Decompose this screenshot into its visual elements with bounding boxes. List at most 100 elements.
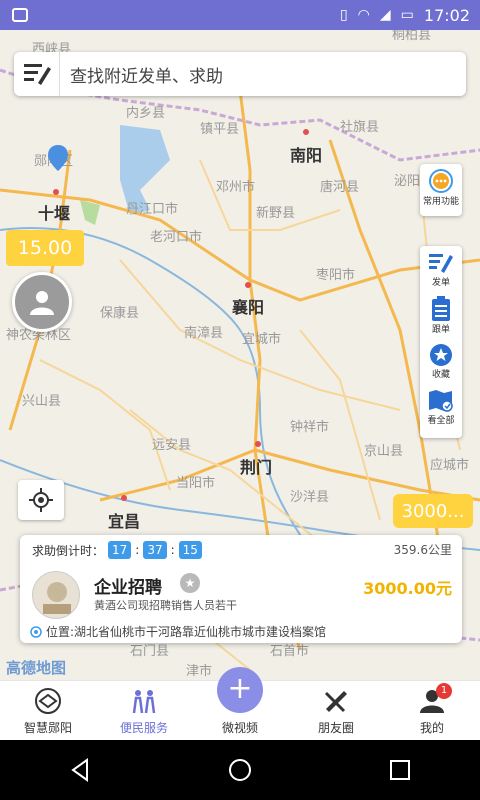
- tool-label: 收藏: [431, 369, 450, 380]
- side-toolbar: 发单 跟单 收藏 看全部: [420, 246, 462, 438]
- map-label: 南漳县: [184, 326, 224, 341]
- location-eye-icon: [30, 625, 42, 638]
- help-request-card[interactable]: 求助倒计时： 17 : 37 : 15 359.6公里 企业招聘 ★ 黄酒公司现…: [20, 535, 462, 643]
- countdown-seconds: 15: [178, 541, 202, 559]
- home-icon[interactable]: [227, 757, 253, 783]
- map-label: 襄阳: [232, 298, 265, 317]
- post-order-icon: [429, 253, 453, 273]
- map-view-all-icon: [429, 389, 453, 412]
- view-all-button[interactable]: 看全部: [420, 384, 462, 430]
- service-icon: [130, 687, 158, 715]
- map-label: 泌阳: [394, 174, 421, 189]
- map-label: 沙洋县: [290, 490, 330, 505]
- map-label: 京山县: [364, 444, 404, 459]
- smart-yunyang-icon: [34, 687, 62, 715]
- countdown-sep: :: [135, 543, 140, 557]
- price-marker[interactable]: 3000...: [393, 494, 473, 528]
- tab-label: 微视频: [221, 721, 258, 735]
- map-label: 新野县: [256, 206, 296, 221]
- tab-label: 我的: [419, 721, 444, 735]
- map-label: 兴山县: [22, 394, 62, 409]
- favorite-icon: [430, 343, 452, 366]
- price-marker[interactable]: 15.00: [6, 230, 84, 266]
- signal-icon: ◢: [379, 7, 391, 23]
- map-label: 枣阳市: [316, 268, 356, 283]
- distance: 359.6公里: [393, 543, 452, 557]
- card-location: 位置:湖北省仙桃市干河路靠近仙桃市城市建设档案馆: [30, 623, 326, 640]
- card-price: 3000.00元: [363, 579, 452, 598]
- map-label: 十堰: [38, 204, 71, 223]
- system-nav-bar: [0, 740, 480, 800]
- countdown-sep: :: [170, 543, 175, 557]
- tab-service[interactable]: 便民服务: [96, 681, 192, 740]
- location-pin-icon[interactable]: [48, 145, 68, 171]
- locate-button[interactable]: [18, 480, 64, 520]
- back-icon[interactable]: [67, 757, 93, 783]
- tab-label: 智慧郧阳: [23, 721, 72, 735]
- countdown-minutes: 37: [143, 541, 167, 559]
- wifi-icon: ◠: [357, 7, 370, 23]
- countdown-hours: 17: [108, 541, 132, 559]
- search-input[interactable]: 查找附近发单、求助: [60, 62, 223, 87]
- card-title: 企业招聘: [94, 578, 162, 598]
- tab-smart-yunyang[interactable]: 智慧郧阳: [0, 681, 96, 740]
- app-notification-icon: [12, 8, 28, 22]
- post-note-icon[interactable]: [14, 52, 60, 96]
- star-icon[interactable]: ★: [180, 573, 200, 593]
- search-bar[interactable]: 查找附近发单、求助: [14, 52, 466, 96]
- tab-video[interactable]: + 微视频: [192, 667, 288, 740]
- map-label: 桐柏县: [392, 30, 432, 43]
- map-label: 荆门: [240, 458, 273, 477]
- tab-label: 便民服务: [119, 721, 168, 735]
- status-time: 17:02: [423, 5, 470, 25]
- map-label: 保康县: [100, 306, 140, 321]
- tab-friends[interactable]: 朋友圈: [288, 681, 384, 740]
- common-functions-button[interactable]: 常用功能: [420, 164, 462, 216]
- map-label: 唐河县: [320, 180, 360, 195]
- map-label: 内乡县: [126, 106, 166, 121]
- chat-bubble-icon: [429, 168, 453, 193]
- amap-logo: 高德地图: [6, 659, 67, 677]
- map-label: 宜城市: [242, 332, 282, 347]
- notification-badge: 1: [436, 683, 452, 699]
- common-functions[interactable]: 常用功能: [420, 164, 462, 210]
- vibrate-icon: ▯: [339, 7, 348, 23]
- person-icon: [30, 291, 54, 315]
- friends-icon: [322, 687, 350, 715]
- tool-label: 常用功能: [422, 196, 459, 207]
- status-right: ▯ ◠ ◢ ▭ 17:02: [340, 0, 470, 30]
- bottom-tab-bar: 智慧郧阳 便民服务 + 微视频 朋友圈 1 我的: [0, 667, 480, 740]
- tool-label: 看全部: [427, 415, 455, 426]
- plus-icon[interactable]: +: [217, 667, 263, 713]
- map-label: 丹江口市: [126, 202, 179, 217]
- countdown: 求助倒计时： 17 : 37 : 15: [32, 541, 202, 559]
- map-label: 社旗县: [340, 120, 380, 135]
- recents-icon[interactable]: [387, 757, 413, 783]
- crosshair-icon: [29, 488, 53, 512]
- map-label: 当阳市: [176, 476, 216, 491]
- map-label: 老河口市: [150, 230, 203, 245]
- map-label: 钟祥市: [290, 420, 330, 435]
- follow-order-button[interactable]: 跟单: [420, 292, 462, 338]
- post-order-button[interactable]: 发单: [420, 246, 462, 292]
- status-bar: ▯ ◠ ◢ ▭ 17:02: [0, 0, 480, 30]
- card-thumbnail: [32, 571, 80, 619]
- battery-icon: ▭: [400, 7, 414, 23]
- map-label: 应城市: [430, 458, 470, 473]
- map-label: 远安县: [152, 438, 192, 453]
- user-avatar-marker[interactable]: [12, 272, 72, 332]
- map-label: 津市: [186, 664, 213, 679]
- favorite-button[interactable]: 收藏: [420, 338, 462, 384]
- tool-label: 发单: [431, 277, 450, 288]
- location-text: 位置:湖北省仙桃市干河路靠近仙桃市城市建设档案馆: [46, 625, 327, 639]
- map-label: 南阳: [290, 146, 323, 165]
- tab-profile[interactable]: 1 我的: [384, 681, 480, 740]
- follow-order-icon: [432, 295, 450, 321]
- map-label: 镇平县: [200, 122, 240, 137]
- map-label: 宜昌: [108, 512, 141, 531]
- map-label: 邓州市: [216, 180, 256, 195]
- card-subtitle: 黄酒公司现招聘销售人员若干: [94, 599, 237, 612]
- countdown-label: 求助倒计时：: [32, 543, 105, 558]
- tool-label: 跟单: [431, 324, 450, 335]
- tab-label: 朋友圈: [317, 721, 354, 735]
